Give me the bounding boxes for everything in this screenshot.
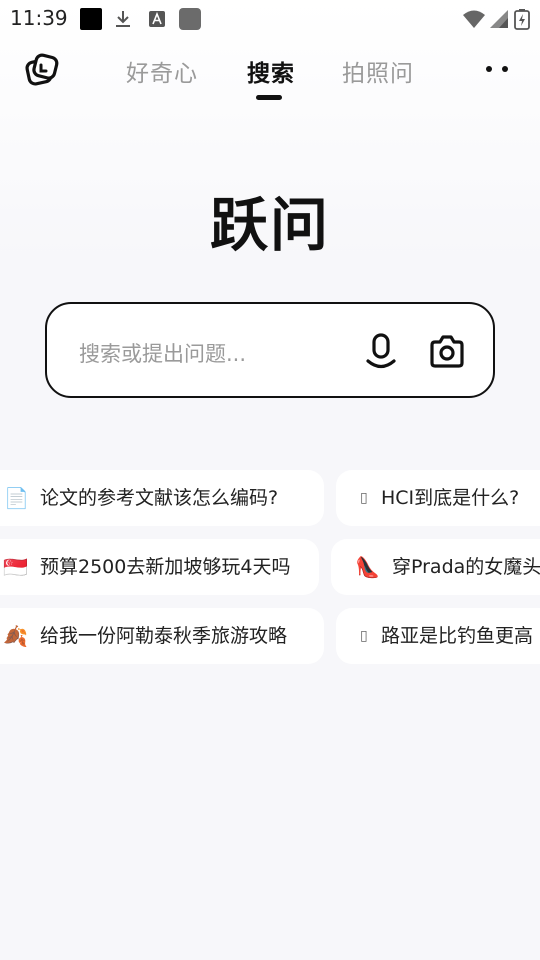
font-a-icon <box>149 11 165 27</box>
more-dot-icon <box>486 66 492 72</box>
active-tab-indicator <box>256 95 282 100</box>
suggestion-text: 穿Prada的女魔头 <box>392 556 540 578</box>
suggestion-chip[interactable]: 🇸🇬 预算2500去新加坡够玩4天吗 <box>0 539 319 595</box>
missing-glyph-icon: ▯ <box>360 628 368 644</box>
wifi-icon <box>463 10 485 28</box>
app-square-icon <box>179 8 201 30</box>
high-heel-icon: 👠 <box>355 555 380 579</box>
signal-icon <box>490 10 508 28</box>
suggestion-chip[interactable]: 📄 论文的参考文献该怎么编码? <box>0 470 324 526</box>
suggestion-chip[interactable]: 👠 穿Prada的女魔头 <box>331 539 540 595</box>
document-icon: 📄 <box>4 486 29 510</box>
microphone-icon[interactable] <box>363 332 399 372</box>
black-square-icon <box>80 8 102 30</box>
singapore-flag-icon: 🇸🇬 <box>3 555 28 579</box>
suggestion-text: HCI到底是什么? <box>381 487 520 509</box>
search-input[interactable]: 搜索或提出问题... <box>45 302 495 398</box>
status-bar: 11:39 <box>0 0 540 38</box>
more-menu-button[interactable] <box>480 60 516 80</box>
download-icon <box>116 11 130 27</box>
hero-title: 跃问 <box>209 191 330 259</box>
suggestion-text: 预算2500去新加坡够玩4天吗 <box>40 556 291 578</box>
suggestion-text: 路亚是比钓鱼更高 <box>381 625 534 647</box>
missing-glyph-icon: ▯ <box>360 490 368 506</box>
suggestion-chip[interactable]: 🍂 给我一份阿勒泰秋季旅游攻略 <box>0 608 324 664</box>
tab-photo-ask[interactable]: 拍照问 <box>342 54 414 88</box>
tab-search[interactable]: 搜索 <box>247 54 295 88</box>
camera-icon[interactable] <box>427 332 467 372</box>
suggestion-text: 论文的参考文献该怎么编码? <box>40 487 279 509</box>
suggestion-text: 给我一份阿勒泰秋季旅游攻略 <box>40 625 288 647</box>
top-nav: 好奇心 搜索 拍照问 <box>0 38 540 108</box>
battery-icon <box>514 9 530 30</box>
status-time: 11:39 <box>10 6 68 30</box>
suggestion-chip[interactable]: ▯ HCI到底是什么? <box>336 470 540 526</box>
app-logo-icon[interactable] <box>24 52 60 88</box>
suggestion-chip[interactable]: ▯ 路亚是比钓鱼更高 <box>336 608 540 664</box>
search-placeholder[interactable]: 搜索或提出问题... <box>79 338 246 368</box>
more-dot-icon <box>502 66 508 72</box>
tab-curiosity[interactable]: 好奇心 <box>126 54 198 88</box>
autumn-leaf-icon: 🍂 <box>3 624 28 648</box>
